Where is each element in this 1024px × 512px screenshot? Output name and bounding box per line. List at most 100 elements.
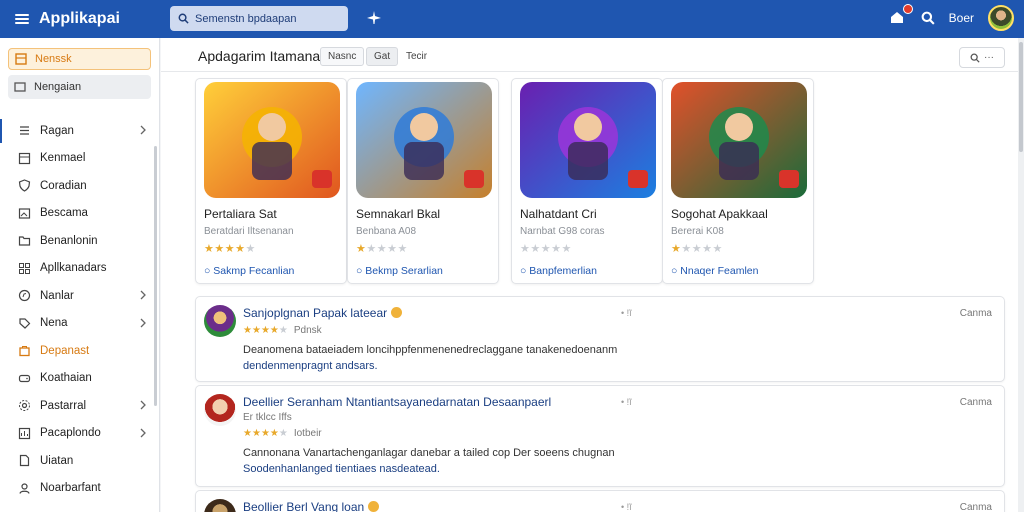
notifications-button[interactable]	[889, 4, 913, 27]
sidebar-item[interactable]: Nanlar	[0, 282, 159, 310]
star-icon: ★	[251, 428, 261, 439]
app-title: Applikapai	[39, 10, 120, 27]
sidebar-item-label: Uiatan	[40, 454, 74, 467]
app-artwork[interactable]	[520, 82, 656, 198]
app-link-label: Bekmp Serarlian	[365, 265, 443, 277]
filter-chip[interactable]: Gat	[366, 47, 399, 66]
star-rating: ★★★★★	[356, 242, 408, 255]
search-input[interactable]: Semenstn bpdaapan	[170, 6, 348, 31]
app-name[interactable]: Semnakarl Bkal	[356, 207, 440, 221]
review-card[interactable]: Sanjoplgnan Papak lateear • !ĩ Canma ★★★★★ P…	[195, 296, 1005, 382]
sidebar-item[interactable]: Uiatan	[0, 447, 159, 475]
app-name[interactable]: Pertaliara Sat	[204, 207, 277, 221]
review-title[interactable]: Beollier Berl Vang loan	[243, 500, 380, 512]
star-icon: ★	[204, 243, 215, 255]
review-body-line: Deanomena bataeiadem loncihppfenmenenedr…	[243, 344, 618, 356]
apps-icon	[19, 262, 30, 274]
sort-dots: ···	[984, 52, 994, 63]
main-scrollbar[interactable]	[1018, 38, 1024, 512]
star-icon: ★	[260, 428, 270, 439]
sidebar-item[interactable]: Kenmael	[0, 145, 159, 173]
avatar[interactable]	[204, 394, 236, 426]
sidebar-item[interactable]: Coradian	[0, 172, 159, 200]
review-title[interactable]: Deellier Seranham Ntantiantsayanedarnata…	[243, 395, 551, 409]
sidebar-item[interactable]: Pastarral	[0, 392, 159, 420]
review-rating: ★★★★★ Pdnsk	[243, 325, 322, 336]
review-title[interactable]: Sanjoplgnan Papak lateear	[243, 306, 403, 320]
sidebar-item[interactable]: Nena	[0, 310, 159, 338]
header-actions: Boer	[889, 4, 1014, 31]
app-artwork[interactable]	[671, 82, 807, 198]
star-icon: ★	[251, 325, 261, 336]
app-name[interactable]: Nalhatdant Cri	[520, 207, 597, 221]
list-icon	[20, 126, 29, 135]
sidebar-item-label: Bescama	[40, 207, 88, 220]
app-link[interactable]: ○ Banpfemerlian	[520, 265, 597, 277]
review-action[interactable]: Canma	[960, 502, 992, 512]
chevron-right-icon	[140, 318, 146, 327]
star-rating: ★★★★★	[671, 242, 723, 255]
scrollbar-thumb[interactable]	[1019, 42, 1023, 152]
sidebar-scrollbar[interactable]	[154, 146, 157, 406]
filter-chip[interactable]: Nasnc	[320, 47, 365, 66]
review-card[interactable]: Beollier Berl Vang loan • !ĩ Canma	[195, 490, 1005, 512]
folder-icon	[18, 236, 31, 246]
medal-icon	[391, 307, 403, 318]
app-artwork[interactable]	[356, 82, 492, 198]
app-link[interactable]: ○ Bekmp Serarlian	[356, 265, 443, 277]
star-icon: ★	[520, 243, 531, 255]
star-icon: ★	[671, 243, 682, 255]
avatar[interactable]	[988, 5, 1014, 31]
star-rating: ★★★★★	[204, 242, 256, 255]
search-icon[interactable]	[921, 11, 935, 25]
app-name[interactable]: Sogohat Apakkaal	[671, 207, 768, 221]
app-artwork-svg	[671, 82, 807, 198]
app-artwork-svg	[520, 82, 656, 198]
app-logo[interactable]: Applikapai	[14, 10, 164, 28]
sidebar-item[interactable]: Koathaian	[0, 365, 159, 393]
menu-icon[interactable]	[14, 11, 30, 27]
star-icon: ★	[243, 428, 252, 439]
bag-icon	[19, 346, 30, 357]
star-icon: ★	[397, 243, 408, 255]
app-card[interactable]: Sogohat Apakkaal Bererai K08 ★★★★★ ○ Nnaqer…	[662, 78, 814, 284]
sidebar-item[interactable]: Depanast	[0, 337, 159, 365]
app-link[interactable]: ○ Nnaqer Feamlen	[671, 265, 758, 277]
star-icon: ★	[376, 243, 388, 255]
sidebar-pinned-item[interactable]: Nengaian	[8, 75, 151, 99]
star-icon: ★	[278, 428, 288, 439]
sidebar-item-label: Kenmael	[40, 152, 86, 165]
star-icon: ★	[681, 243, 692, 255]
sidebar-item[interactable]: Benanlonin	[0, 227, 159, 255]
user-label[interactable]: Boer	[949, 11, 974, 25]
sort-button[interactable]: ···	[959, 47, 1005, 68]
star-icon: ★	[224, 243, 236, 255]
review-body-line: dendenmenpragnt andsars.	[243, 360, 378, 372]
review-action[interactable]: Canma	[960, 397, 992, 408]
review-title-text: Deellier Seranham Ntantiantsayanedarnata…	[243, 395, 552, 409]
app-artwork-svg	[356, 82, 492, 198]
star-icon: ★	[245, 243, 256, 255]
sidebar-item[interactable]: Noarbarfant	[0, 475, 159, 503]
filter-chip[interactable]: Tecir	[399, 47, 434, 66]
sidebar-item-label: Ragan	[40, 124, 74, 137]
app-card[interactable]: Pertaliara Sat Beratdari Iltsenanan ★★★★★ ○…	[195, 78, 347, 284]
avatar[interactable]	[204, 499, 236, 512]
main-content: Apdagarim Itamanai Nasnc Gat Tecir ··· P…	[161, 38, 1018, 512]
chevron-right-icon	[140, 290, 146, 300]
sidebar-item[interactable]: Ragan	[0, 117, 159, 145]
airplane-icon[interactable]	[366, 10, 382, 26]
review-card[interactable]: Deellier Seranham Ntantiantsayanedarnata…	[195, 385, 1005, 487]
sidebar-item-label: Coradian	[40, 179, 87, 192]
app-artwork[interactable]	[204, 82, 340, 198]
sidebar-item[interactable]: Bescama	[0, 200, 159, 228]
app-card[interactable]: Semnakarl Bkal Benbana A08 ★★★★★ ○ Bekmp Se…	[347, 78, 499, 284]
avatar[interactable]	[204, 305, 236, 337]
sidebar-pinned-item[interactable]: Nenssk	[8, 48, 151, 70]
app-card[interactable]: Nalhatdant Cri Narnbat G98 coras ★★★★★ ○ Ba…	[511, 78, 663, 284]
sidebar-item[interactable]: Pacaplondo	[0, 420, 159, 448]
review-action[interactable]: Canma	[960, 308, 992, 319]
compass-icon	[18, 290, 31, 302]
app-link[interactable]: ○ Sakmp Fecanlian	[204, 265, 294, 277]
sidebar-item[interactable]: Apllkanadars	[0, 255, 159, 283]
